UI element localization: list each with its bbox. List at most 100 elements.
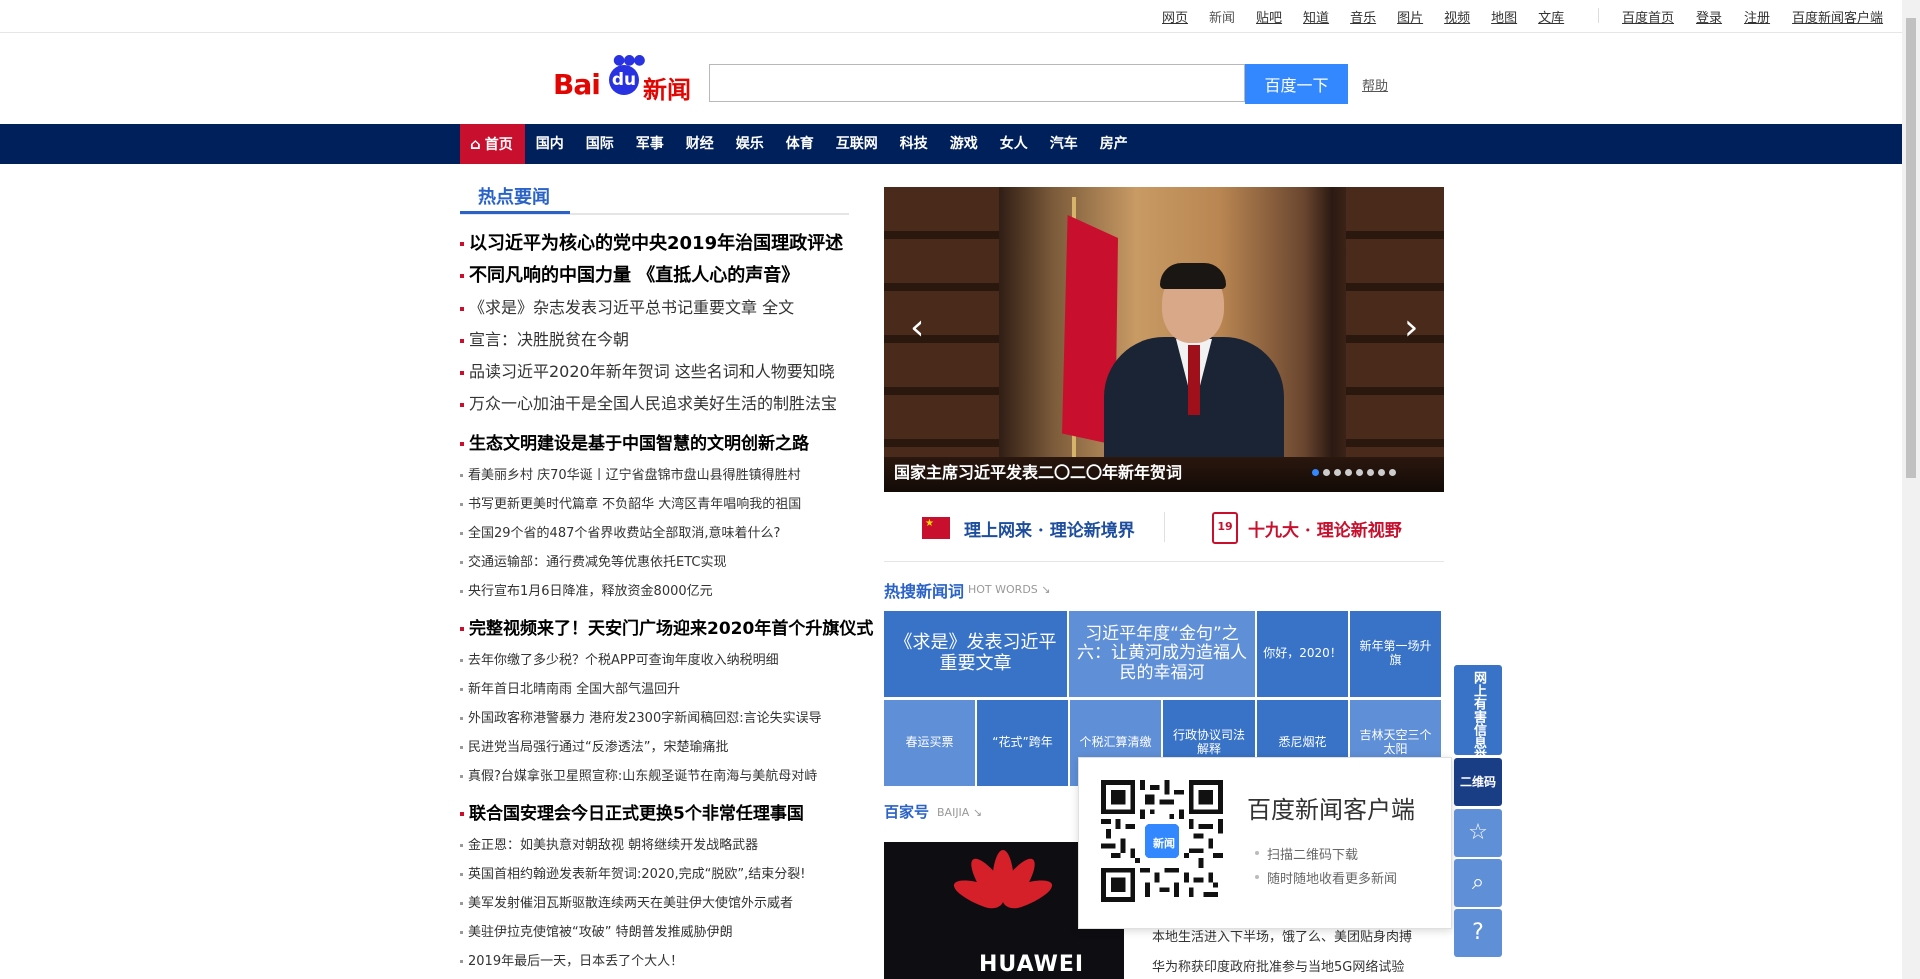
news-link[interactable]: 全国29个省的487个省界收费站全部取消,意味着什么? <box>468 526 780 541</box>
news-link[interactable]: 英国首相约翰逊发表新年贺词:2020,完成“脱欧”,结束分裂! <box>468 867 805 882</box>
news-link[interactable]: 新年首日北晴南雨 全国大部气温回升 <box>468 682 680 697</box>
nav-international[interactable]: 国际 <box>575 124 625 164</box>
next-arrow-icon[interactable]: › <box>1404 307 1418 348</box>
news-link[interactable]: 外国政客称港警暴力 港府发2300字新闻稿回怼:言论失实误导 <box>468 711 822 726</box>
news-link[interactable]: 央行宣布1月6日降准，释放资金8000亿元 <box>468 584 713 599</box>
list-item[interactable]: 民进党当局强行通过“反渗透法”，宋楚瑜痛批 <box>460 733 860 762</box>
nav-auto[interactable]: 汽车 <box>1039 124 1089 164</box>
carousel-caption[interactable]: 国家主席习近平发表二〇二〇年新年贺词 <box>894 459 1182 483</box>
carousel-dot[interactable] <box>1367 469 1374 476</box>
login-link[interactable]: 登录 <box>1696 7 1722 26</box>
search-icon[interactable]: ⌕ <box>1454 859 1502 907</box>
list-item[interactable]: 《求是》杂志发表习近平总书记重要文章 全文 <box>460 292 860 324</box>
news-link[interactable]: 美军发射催泪瓦斯驱散连续两天在美驻伊大使馆外示威者 <box>468 896 793 911</box>
hot-word-tile[interactable]: 习近平年度“金句”之六：让黄河成为造福人民的幸福河 <box>1069 611 1255 697</box>
carousel-dot[interactable] <box>1323 469 1330 476</box>
feedback-icon[interactable]: ? <box>1454 909 1502 957</box>
link-zhidao[interactable]: 知道 <box>1303 7 1329 26</box>
headline-carousel[interactable]: 国家主席习近平发表二〇二〇年新年贺词 ‹ › <box>884 187 1444 492</box>
list-item[interactable]: 美驻伊拉克使馆被“攻破” 特朗普发推威胁伊朗 <box>460 918 860 947</box>
link-map[interactable]: 地图 <box>1491 7 1517 26</box>
nav-home[interactable]: ⌂ 首页 <box>460 124 525 164</box>
news-link[interactable]: 金正恩：如美执意对朝敌视 朝将继续开发战略武器 <box>468 838 758 853</box>
link-images[interactable]: 图片 <box>1397 7 1423 26</box>
list-item[interactable]: 书写更新更美时代篇章 不负韶华 大湾区青年唱响我的祖国 <box>460 490 860 519</box>
help-link[interactable]: 帮助 <box>1362 75 1388 94</box>
list-item[interactable]: 完整视频来了！天安门广场迎来2020年首个升旗仪式 <box>460 612 873 646</box>
news-link[interactable]: 书写更新更美时代篇章 不负韶华 大湾区青年唱响我的祖国 <box>468 497 801 512</box>
nav-entertainment[interactable]: 娱乐 <box>725 124 775 164</box>
headline-link[interactable]: 不同凡响的中国力量 《直抵人心的声音》 <box>469 265 799 286</box>
link-tieba[interactable]: 贴吧 <box>1256 7 1282 26</box>
nav-sports[interactable]: 体育 <box>775 124 825 164</box>
hot-word-tile[interactable]: “花式”跨年 <box>977 700 1068 786</box>
carousel-dot[interactable] <box>1389 469 1396 476</box>
hot-word-tile[interactable]: 你好，2020！ <box>1257 611 1348 697</box>
link-music[interactable]: 音乐 <box>1350 7 1376 26</box>
scrollbar-thumb[interactable] <box>1906 18 1916 478</box>
link-video[interactable]: 视频 <box>1444 7 1470 26</box>
nav-games[interactable]: 游戏 <box>939 124 989 164</box>
list-item[interactable]: 看美丽乡村 庆70华诞丨辽宁省盘锦市盘山县得胜镇得胜村 <box>460 461 860 490</box>
list-item[interactable]: 以习近平为核心的党中央2019年治国理政评述 <box>460 228 860 260</box>
prev-arrow-icon[interactable]: ‹ <box>910 307 924 348</box>
search-input[interactable] <box>709 64 1245 102</box>
nav-military[interactable]: 军事 <box>625 124 675 164</box>
link-web[interactable]: 网页 <box>1162 7 1188 26</box>
hot-words-subtitle[interactable]: HOT WORDS ↘ <box>968 583 1051 596</box>
list-item[interactable]: 宣言：决胜脱贫在今朝 <box>460 324 860 356</box>
headline-link[interactable]: 以习近平为核心的党中央2019年治国理政评述 <box>469 233 843 254</box>
headline-link[interactable]: 《求是》杂志发表习近平总书记重要文章 全文 <box>469 298 794 317</box>
list-item[interactable]: 央行宣布1月6日降准，释放资金8000亿元 <box>460 577 860 606</box>
list-item[interactable]: 新年首日北晴南雨 全国大部气温回升 <box>460 675 860 704</box>
news-link[interactable]: 交通运输部：通行费减免等优惠依托ETC实现 <box>468 555 726 570</box>
list-item[interactable]: 金正恩：如美执意对朝敌视 朝将继续开发战略武器 <box>460 831 860 860</box>
nav-women[interactable]: 女人 <box>989 124 1039 164</box>
news-link[interactable]: 2019年最后一天，日本丢了个大人！ <box>468 954 683 969</box>
headline-link[interactable]: 万众一心加油干是全国人民追求美好生活的制胜法宝 <box>469 394 837 413</box>
headline-link[interactable]: 宣言：决胜脱贫在今朝 <box>469 330 629 349</box>
promo-theory-online[interactable]: 理上网来 · 理论新境界 <box>922 505 1135 551</box>
list-item[interactable]: 全国29个省的487个省界收费站全部取消,意味着什么? <box>460 519 860 548</box>
headline-link[interactable]: 完整视频来了！天安门广场迎来2020年首个升旗仪式 <box>469 619 873 639</box>
baidu-home-link[interactable]: 百度首页 <box>1622 7 1674 26</box>
link-news[interactable]: 新闻 <box>1209 7 1235 26</box>
list-item[interactable]: 联合国安理会今日正式更换5个非常任理事国 <box>460 797 860 831</box>
nav-tech[interactable]: 科技 <box>889 124 939 164</box>
nav-finance[interactable]: 财经 <box>675 124 725 164</box>
headline-link[interactable]: 生态文明建设是基于中国智慧的文明创新之路 <box>469 434 809 454</box>
list-item[interactable]: 品读习近平2020年新年贺词 这些名词和人物要知晓 <box>460 356 860 388</box>
news-link[interactable]: 民进党当局强行通过“反渗透法”，宋楚瑜痛批 <box>468 740 728 755</box>
register-link[interactable]: 注册 <box>1744 7 1770 26</box>
headline-link[interactable]: 品读习近平2020年新年贺词 这些名词和人物要知晓 <box>469 362 835 381</box>
list-item[interactable]: 英国首相约翰逊发表新年贺词:2020,完成“脱欧”,结束分裂! <box>460 860 860 889</box>
nav-internet[interactable]: 互联网 <box>825 124 889 164</box>
news-link[interactable]: 真假?台媒拿张卫星照宣称:山东舰圣诞节在南海与美航母对峙 <box>468 769 817 784</box>
carousel-dot[interactable] <box>1345 469 1352 476</box>
carousel-dot[interactable] <box>1334 469 1341 476</box>
client-download-link[interactable]: 百度新闻客户端 <box>1792 7 1883 26</box>
promo-19th-congress[interactable]: 19 十九大 · 理论新视野 <box>1212 505 1402 551</box>
search-button[interactable]: 百度一下 <box>1245 64 1348 104</box>
list-item[interactable]: 美军发射催泪瓦斯驱散连续两天在美驻伊大使馆外示威者 <box>460 889 860 918</box>
news-link[interactable]: 美驻伊拉克使馆被“攻破” 特朗普发推威胁伊朗 <box>468 925 733 940</box>
news-link[interactable]: 看美丽乡村 庆70华诞丨辽宁省盘锦市盘山县得胜镇得胜村 <box>468 468 801 483</box>
list-item[interactable]: 去年你缴了多少税？个税APP可查询年度收入纳税明细 <box>460 646 860 675</box>
headline-link[interactable]: 联合国安理会今日正式更换5个非常任理事国 <box>469 804 804 824</box>
carousel-dot[interactable] <box>1312 469 1319 476</box>
carousel-dot[interactable] <box>1356 469 1363 476</box>
report-harmful-info-button[interactable]: 网上有害信息举报 ⌄ <box>1454 665 1502 791</box>
nav-domestic[interactable]: 国内 <box>525 124 575 164</box>
baidu-news-logo[interactable]: Bai ●●● du 新闻 <box>553 52 693 104</box>
list-item[interactable]: 万众一心加油干是全国人民追求美好生活的制胜法宝 <box>460 388 860 420</box>
list-item[interactable]: 不同凡响的中国力量 《直抵人心的声音》 <box>460 260 860 292</box>
favorite-star-icon[interactable]: ☆ <box>1454 809 1502 857</box>
news-link[interactable]: 去年你缴了多少税？个税APP可查询年度收入纳税明细 <box>468 653 779 668</box>
list-item[interactable]: 真假?台媒拿张卫星照宣称:山东舰圣诞节在南海与美航母对峙 <box>460 762 860 791</box>
qr-code-button[interactable]: 二维码 <box>1454 758 1502 806</box>
hot-word-tile[interactable]: 春运买票 <box>884 700 975 786</box>
carousel-dot[interactable] <box>1378 469 1385 476</box>
list-item[interactable]: 交通运输部：通行费减免等优惠依托ETC实现 <box>460 548 860 577</box>
list-item[interactable]: 外国政客称港警暴力 港府发2300字新闻稿回怼:言论失实误导 <box>460 704 860 733</box>
hot-word-tile[interactable]: 《求是》发表习近平重要文章 <box>884 611 1067 697</box>
